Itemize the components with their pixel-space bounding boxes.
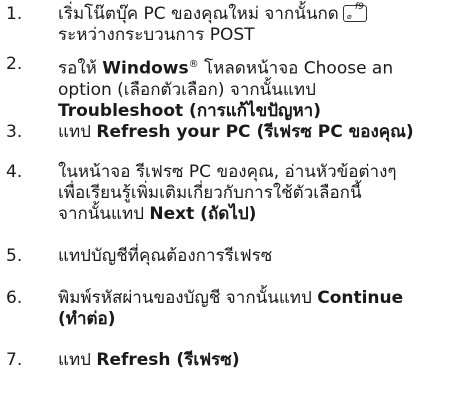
step-line: จากนั้นแทป Next (ถัดไป) <box>58 204 257 224</box>
instruction-document: 1. เริ่มโน๊ตบุ๊ค PC ของคุณใหม่ จากนั้นกด… <box>0 0 458 407</box>
step-line: แทปบัญชีที่คุณต้องการรีเฟรซ <box>58 246 273 266</box>
step-text: เริ่มโน๊ตบุ๊ค PC ของคุณใหม่ จากนั้นกด f9 ⌀… <box>58 2 454 46</box>
step-text: แทปบัญชีที่คุณต้องการรีเฟรซ <box>58 246 454 267</box>
step-line: แทป Refresh (รีเฟรซ) <box>58 350 240 370</box>
step-line: ในหน้าจอ รีเฟรซ PC ของคุณ, อ่านหัวข้อต่า… <box>58 162 397 182</box>
step-text: รอให้ Windows® โหลดหน้าจอ Choose an opti… <box>58 54 454 122</box>
f9-key-icon: f9 ⌀ <box>342 2 367 22</box>
key-symbol: ⌀ <box>346 12 352 21</box>
step-line: แทป Refresh your PC (รีเฟรซ PC ของคุณ) <box>58 122 414 142</box>
step-number: 4. <box>6 162 23 182</box>
step-line: option (เลือกตัวเลือก) จากนั้นแทป <box>58 79 316 100</box>
step-text: พิมพ์รหัสผ่านของบัญชี จากนั้นแทป Continu… <box>58 288 454 330</box>
step-number: 2. <box>6 54 23 74</box>
step-text: แทป Refresh your PC (รีเฟรซ PC ของคุณ) <box>58 122 454 143</box>
step-line: พิมพ์รหัสผ่านของบัญชี จากนั้นแทป Continu… <box>58 288 404 308</box>
step-number: 6. <box>6 288 23 308</box>
step-text: ในหน้าจอ รีเฟรซ PC ของคุณ, อ่านหัวข้อต่า… <box>58 162 454 225</box>
step-text: แทป Refresh (รีเฟรซ) <box>58 350 454 371</box>
step-line: Troubleshoot (การแก้ไขปัญหา) <box>58 100 322 121</box>
step-line: เพื่อเรียนรู้เพิ่มเติมเกี่ยวกับการใช้ตัว… <box>58 183 362 203</box>
step-line: (ทำต่อ) <box>58 309 116 329</box>
step-number: 5. <box>6 246 23 266</box>
step-line: รอให้ Windows® โหลดหน้าจอ Choose an <box>58 58 394 79</box>
step-number: 3. <box>6 122 23 142</box>
step-number: 1. <box>6 4 23 24</box>
key-label: f9 <box>354 2 364 12</box>
step-line: เริ่มโน๊ตบุ๊ค PC ของคุณใหม่ จากนั้นกด f9 ⌀ <box>58 2 454 25</box>
step-number: 7. <box>6 350 23 370</box>
step-line: ระหว่างกระบวนการ POST <box>58 25 255 45</box>
